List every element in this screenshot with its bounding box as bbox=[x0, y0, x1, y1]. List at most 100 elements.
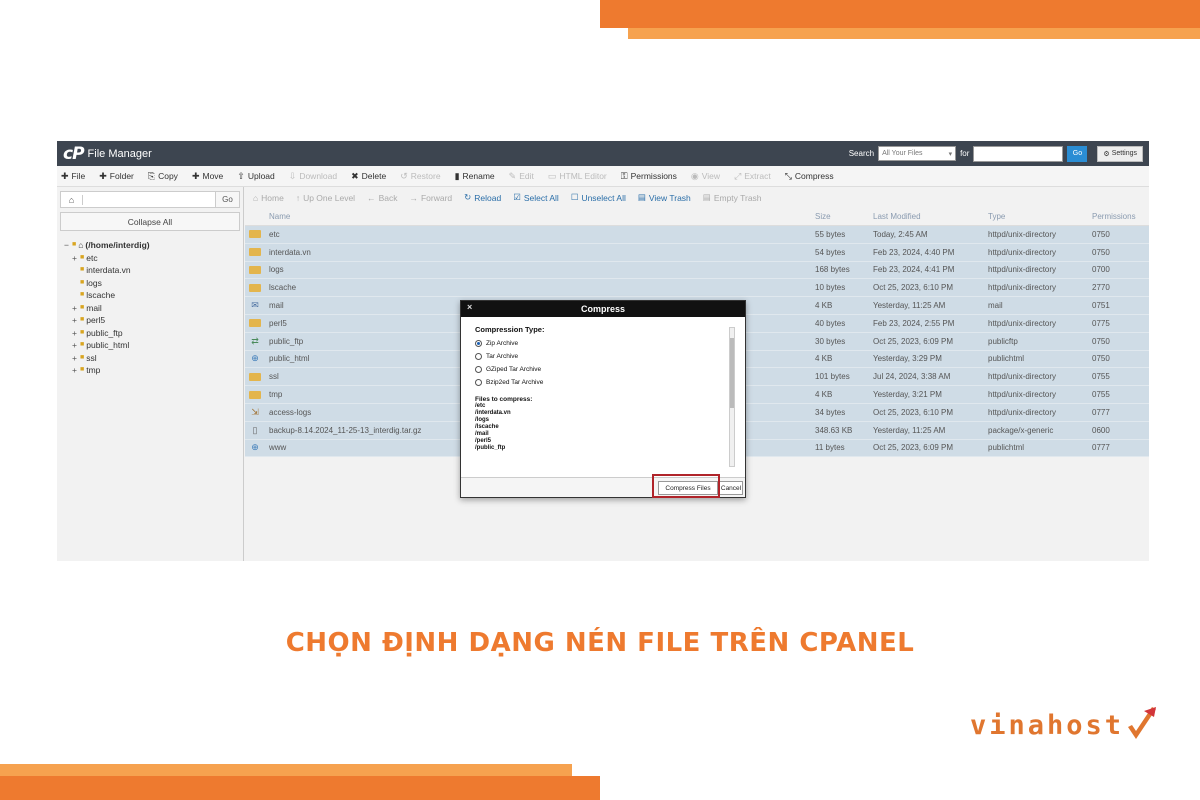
restore-button[interactable]: ↺ Restore bbox=[400, 171, 440, 182]
plus-icon: + bbox=[72, 302, 77, 313]
tree-item-logs[interactable]: ■ logs bbox=[57, 277, 243, 290]
nav-back-button[interactable]: ← Back bbox=[367, 193, 397, 203]
cell-permissions: 0750 bbox=[1092, 354, 1110, 364]
cell-permissions: 0755 bbox=[1092, 390, 1110, 400]
folder-icon: ■ bbox=[80, 353, 85, 361]
folder-icon bbox=[249, 248, 261, 257]
mail-icon: ✉ bbox=[251, 300, 259, 311]
header-permissions[interactable]: Permissions bbox=[1092, 212, 1149, 221]
cancel-button[interactable]: Cancel bbox=[719, 481, 743, 495]
search-scope-select[interactable]: All Your Files ▾ bbox=[878, 146, 957, 161]
tree-item-public-html[interactable]: + ■ public_html bbox=[57, 339, 243, 352]
nav-empty-trash-label: Empty Trash bbox=[713, 192, 762, 203]
table-row[interactable]: logs 168 bytes Feb 23, 2024, 4:41 PM httpd/… bbox=[245, 262, 1149, 280]
table-row[interactable]: lscache 10 bytes Oct 25, 2023, 6:10 PM http… bbox=[245, 279, 1149, 298]
cell-type: httpd/unix-directory bbox=[988, 229, 1057, 239]
radio-icon[interactable] bbox=[475, 366, 482, 373]
permissions-button[interactable]: ⚿ Permissions bbox=[621, 171, 677, 182]
cell-size: 40 bytes bbox=[815, 318, 846, 328]
view-button[interactable]: ◉ View bbox=[691, 171, 720, 182]
cell-size: 55 bytes bbox=[815, 229, 846, 239]
delete-button[interactable]: ✖ Delete bbox=[351, 171, 386, 182]
cell-modified: Oct 25, 2023, 6:10 PM bbox=[873, 407, 954, 417]
cell-name: lscache bbox=[245, 283, 815, 292]
tree-item-etc[interactable]: + ■ etc bbox=[57, 252, 243, 265]
tree-item-interdata[interactable]: ■ interdata.vn bbox=[57, 264, 243, 277]
nav-select-all-button[interactable]: ☑ Select All bbox=[513, 192, 559, 203]
folder-icon: ■ bbox=[80, 303, 85, 311]
folder-icon: ■ bbox=[80, 316, 85, 323]
nav-home-button[interactable]: ⌂ Home bbox=[253, 193, 284, 203]
copy-button[interactable]: ⎘ Copy bbox=[148, 171, 178, 182]
reload-icon: ↻ bbox=[464, 192, 472, 202]
radio-icon[interactable] bbox=[475, 353, 482, 360]
nav-unselect-all-button[interactable]: ☐ Unselect All bbox=[571, 192, 626, 203]
extract-button[interactable]: ⤢ Extract bbox=[734, 171, 771, 182]
nav-forward-label: Forward bbox=[420, 192, 453, 203]
tree-item-label: interdata.vn bbox=[86, 265, 131, 275]
tree-item-lscache[interactable]: ■ lscache bbox=[57, 289, 243, 302]
copy-icon: ⎘ bbox=[147, 170, 156, 181]
tree-item-perl5[interactable]: + ■ perl5 bbox=[57, 314, 243, 327]
header-size[interactable]: Size bbox=[815, 212, 873, 221]
header-name[interactable]: Name bbox=[245, 212, 815, 221]
rename-icon: ▮ bbox=[454, 170, 460, 181]
header-modified[interactable]: Last Modified bbox=[873, 212, 988, 221]
upload-button[interactable]: ⇧ Upload bbox=[237, 171, 274, 182]
download-button[interactable]: ⇩ Download bbox=[289, 171, 337, 182]
settings-button[interactable]: ⚙ Settings bbox=[1097, 145, 1143, 162]
compress-button[interactable]: ⤡ Compress bbox=[785, 171, 834, 182]
path-go-button[interactable]: Go bbox=[215, 192, 239, 207]
cell-modified: Jul 24, 2024, 3:38 AM bbox=[873, 372, 951, 382]
html-editor-button[interactable]: ▭ HTML Editor bbox=[548, 171, 607, 182]
tree-item-label: lscache bbox=[86, 290, 116, 300]
option-tar[interactable]: Tar Archive bbox=[475, 353, 731, 360]
edit-button[interactable]: ✎ Edit bbox=[509, 171, 534, 182]
dialog-scrollbar[interactable] bbox=[729, 327, 735, 467]
nav-empty-trash-button[interactable]: ▤ Empty Trash bbox=[703, 192, 762, 203]
file-name: public_html bbox=[269, 354, 310, 364]
file-entry: /interdata.vn bbox=[475, 410, 511, 416]
new-file-button[interactable]: ✚ File bbox=[61, 171, 85, 182]
folder-icon bbox=[249, 283, 261, 292]
nav-view-trash-button[interactable]: ▤ View Trash bbox=[638, 192, 691, 203]
table-row[interactable]: etc 55 bytes Today, 2:45 AM httpd/unix-dire… bbox=[245, 226, 1149, 244]
cell-type: publichtml bbox=[988, 354, 1025, 364]
nav-reload-button[interactable]: ↻ Reload bbox=[464, 192, 501, 203]
tree-root[interactable]: − ■ ⌂ (/home/interdig) bbox=[57, 239, 243, 252]
edit-label: Edit bbox=[519, 171, 534, 181]
rename-button[interactable]: ▮ Rename bbox=[455, 171, 495, 182]
radio-icon[interactable] bbox=[475, 379, 482, 386]
cell-size: 30 bytes bbox=[815, 336, 846, 346]
home-icon[interactable]: ⌂ bbox=[61, 194, 83, 205]
header-type[interactable]: Type bbox=[988, 212, 1092, 221]
tree-item-tmp[interactable]: + ■ tmp bbox=[57, 364, 243, 377]
collapse-all-button[interactable]: Collapse All bbox=[60, 212, 240, 231]
tree-item-public-ftp[interactable]: + ■ public_ftp bbox=[57, 327, 243, 340]
cell-modified: Feb 23, 2024, 4:41 PM bbox=[873, 265, 955, 275]
view-label: View bbox=[701, 171, 721, 181]
folder-icon bbox=[249, 265, 261, 274]
new-folder-button[interactable]: ✚ Folder bbox=[99, 171, 134, 182]
files-to-compress-label: Files to compress: bbox=[475, 396, 533, 403]
search-input[interactable] bbox=[973, 145, 1064, 162]
search-go-button[interactable]: Go bbox=[1067, 145, 1088, 162]
move-button[interactable]: ✚ Move bbox=[192, 171, 223, 182]
restore-icon: ↺ bbox=[400, 170, 408, 181]
option-label: Bzip2ed Tar Archive bbox=[486, 379, 544, 386]
nav-up-button[interactable]: ↑ Up One Level bbox=[296, 193, 355, 203]
file-name: interdata.vn bbox=[269, 247, 311, 257]
option-zip[interactable]: Zip Archive bbox=[475, 340, 731, 347]
caption: CHỌN ĐỊNH DẠNG NÉN FILE TRÊN CPANEL bbox=[285, 628, 915, 658]
tree-item-mail[interactable]: + ■ mail bbox=[57, 302, 243, 315]
radio-selected-icon[interactable] bbox=[475, 340, 482, 347]
option-bzip2-tar[interactable]: Bzip2ed Tar Archive bbox=[475, 379, 731, 386]
scroll-thumb[interactable] bbox=[730, 338, 734, 408]
cell-name: logs bbox=[245, 265, 815, 274]
nav-forward-button[interactable]: → Forward bbox=[409, 193, 452, 203]
tree-item-ssl[interactable]: + ■ ssl bbox=[57, 352, 243, 365]
option-gzip-tar[interactable]: GZiped Tar Archive bbox=[475, 366, 731, 373]
cell-permissions: 0755 bbox=[1092, 372, 1110, 382]
table-row[interactable]: interdata.vn 54 bytes Feb 23, 2024, 4:40 P… bbox=[245, 244, 1149, 262]
close-icon[interactable]: × bbox=[467, 302, 472, 312]
